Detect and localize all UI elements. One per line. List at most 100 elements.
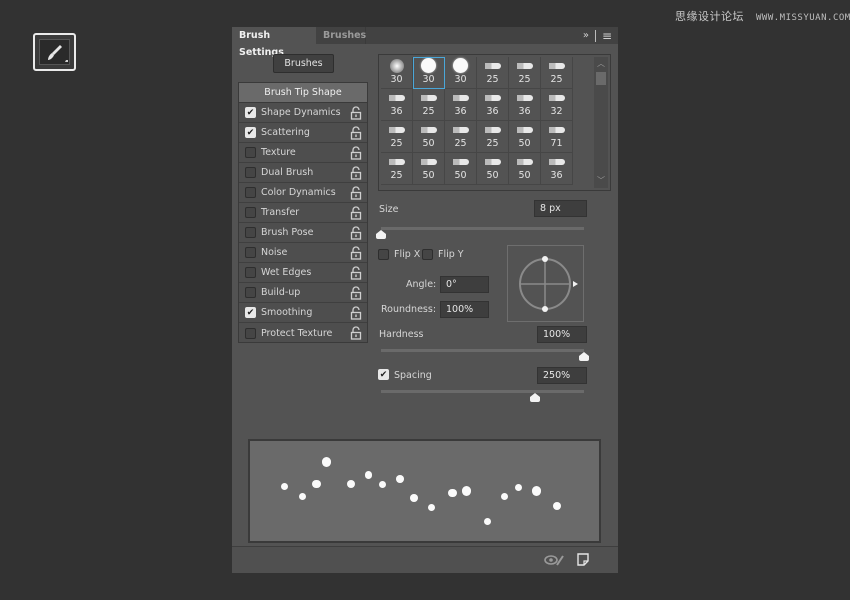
size-slider-handle[interactable] xyxy=(376,230,386,239)
lock-icon[interactable] xyxy=(350,326,362,340)
option-checkbox[interactable] xyxy=(245,287,256,298)
brush-preset[interactable]: 30 xyxy=(413,57,445,89)
hardness-slider-handle[interactable] xyxy=(579,352,589,361)
brush-preset[interactable]: 36 xyxy=(477,89,509,121)
option-checkbox[interactable] xyxy=(245,147,256,158)
flip-y-label: Flip Y xyxy=(438,249,464,260)
scroll-thumb[interactable] xyxy=(596,72,606,85)
option-smoothing[interactable]: ✔ Smoothing xyxy=(239,303,367,323)
brush-size-label: 36 xyxy=(390,106,403,117)
brush-preset[interactable]: 50 xyxy=(477,153,509,185)
lock-icon[interactable] xyxy=(350,246,362,260)
option-checkbox[interactable]: ✔ xyxy=(245,127,256,138)
panel-menu-icon[interactable]: ≡ xyxy=(602,29,612,43)
roundness-handle-bottom xyxy=(542,306,548,312)
panel-footer xyxy=(232,546,618,573)
option-scattering[interactable]: ✔ Scattering xyxy=(239,123,367,143)
lock-icon[interactable] xyxy=(350,106,362,120)
brush-preset[interactable]: 50 xyxy=(509,153,541,185)
flip-y-checkbox[interactable] xyxy=(422,249,433,260)
lock-icon[interactable] xyxy=(350,286,362,300)
option-protect-texture[interactable]: Protect Texture xyxy=(239,323,367,343)
brush-preset[interactable]: 25 xyxy=(381,153,413,185)
lock-icon[interactable] xyxy=(350,166,362,180)
spacing-checkbox[interactable]: ✔ xyxy=(378,369,389,380)
preview-dot xyxy=(322,457,332,467)
brush-tip-icon xyxy=(548,158,565,165)
new-brush-icon[interactable] xyxy=(577,553,589,566)
lock-icon[interactable] xyxy=(350,126,362,140)
eye-brush-icon[interactable] xyxy=(544,553,566,567)
option-noise[interactable]: Noise xyxy=(239,243,367,263)
brush-preset[interactable]: 25 xyxy=(413,89,445,121)
lock-icon[interactable] xyxy=(350,146,362,160)
option-checkbox[interactable] xyxy=(245,227,256,238)
brush-tool-button[interactable] xyxy=(33,33,76,71)
tab-brush-settings[interactable]: Brush Settings xyxy=(232,27,316,58)
size-slider-track[interactable] xyxy=(381,227,584,230)
option-transfer[interactable]: Transfer xyxy=(239,203,367,223)
option-brush-pose[interactable]: Brush Pose xyxy=(239,223,367,243)
scroll-down-icon[interactable]: ﹀ xyxy=(594,176,608,186)
brush-preset[interactable]: 25 xyxy=(477,57,509,89)
brush-preset[interactable]: 50 xyxy=(413,153,445,185)
brush-preset[interactable]: 50 xyxy=(509,121,541,153)
preview-dot xyxy=(461,486,471,496)
brushes-button[interactable]: Brushes xyxy=(273,54,334,73)
brush-preset[interactable]: 25 xyxy=(445,121,477,153)
brush-preset[interactable]: 32 xyxy=(541,89,573,121)
lock-icon[interactable] xyxy=(350,186,362,200)
lock-icon[interactable] xyxy=(350,226,362,240)
option-checkbox[interactable]: ✔ xyxy=(245,107,256,118)
brush-preset[interactable]: 25 xyxy=(381,121,413,153)
spacing-slider-track[interactable] xyxy=(381,390,584,393)
option-dual-brush[interactable]: Dual Brush xyxy=(239,163,367,183)
option-checkbox[interactable] xyxy=(245,267,256,278)
lock-icon[interactable] xyxy=(350,306,362,320)
option-texture[interactable]: Texture xyxy=(239,143,367,163)
preset-scrollbar[interactable]: ︿ ﹀ xyxy=(594,57,608,188)
scroll-up-icon[interactable]: ︿ xyxy=(594,59,608,69)
option-checkbox[interactable] xyxy=(245,207,256,218)
option-checkbox[interactable]: ✔ xyxy=(245,307,256,318)
option-shape-dynamics[interactable]: ✔ Shape Dynamics xyxy=(239,103,367,123)
size-input[interactable]: 8 px xyxy=(534,200,587,217)
option-build-up[interactable]: Build-up xyxy=(239,283,367,303)
roundness-handle-top xyxy=(542,256,548,262)
option-wet-edges[interactable]: Wet Edges xyxy=(239,263,367,283)
preview-dot xyxy=(531,486,541,496)
brush-preset[interactable]: 71 xyxy=(541,121,573,153)
brush-options-list: Brush Tip Shape ✔ Shape Dynamics ✔ Scatteri… xyxy=(238,82,368,343)
brush-preset[interactable]: 36 xyxy=(381,89,413,121)
brush-preset[interactable]: 50 xyxy=(413,121,445,153)
brush-preset[interactable]: 30 xyxy=(381,57,413,89)
option-brush-tip-shape[interactable]: Brush Tip Shape xyxy=(239,83,367,103)
brush-tip-icon xyxy=(548,62,565,69)
hardness-slider-track[interactable] xyxy=(381,349,584,352)
hardness-input[interactable]: 100% xyxy=(537,326,587,343)
brush-preset[interactable]: 36 xyxy=(509,89,541,121)
angle-input[interactable]: 0° xyxy=(440,276,489,293)
option-color-dynamics[interactable]: Color Dynamics xyxy=(239,183,367,203)
option-checkbox[interactable] xyxy=(245,187,256,198)
brush-preset[interactable]: 36 xyxy=(445,89,477,121)
angle-roundness-widget[interactable] xyxy=(507,245,584,322)
spacing-slider-handle[interactable] xyxy=(530,393,541,402)
brush-size-label: 25 xyxy=(454,138,467,149)
collapse-panel-icon[interactable]: » xyxy=(583,30,589,41)
brush-preset[interactable]: 30 xyxy=(445,57,477,89)
lock-icon[interactable] xyxy=(350,206,362,220)
spacing-input[interactable]: 250% xyxy=(537,367,587,384)
option-checkbox[interactable] xyxy=(245,167,256,178)
brush-preset[interactable]: 25 xyxy=(541,57,573,89)
brush-preset[interactable]: 50 xyxy=(445,153,477,185)
flip-x-checkbox[interactable] xyxy=(378,249,389,260)
option-checkbox[interactable] xyxy=(245,327,256,339)
option-checkbox[interactable] xyxy=(245,247,256,258)
lock-icon[interactable] xyxy=(350,266,362,280)
brush-preset[interactable]: 25 xyxy=(509,57,541,89)
roundness-input[interactable]: 100% xyxy=(440,301,489,318)
brush-preset[interactable]: 25 xyxy=(477,121,509,153)
brush-preset[interactable]: 36 xyxy=(541,153,573,185)
tab-brushes[interactable]: Brushes xyxy=(316,27,366,44)
